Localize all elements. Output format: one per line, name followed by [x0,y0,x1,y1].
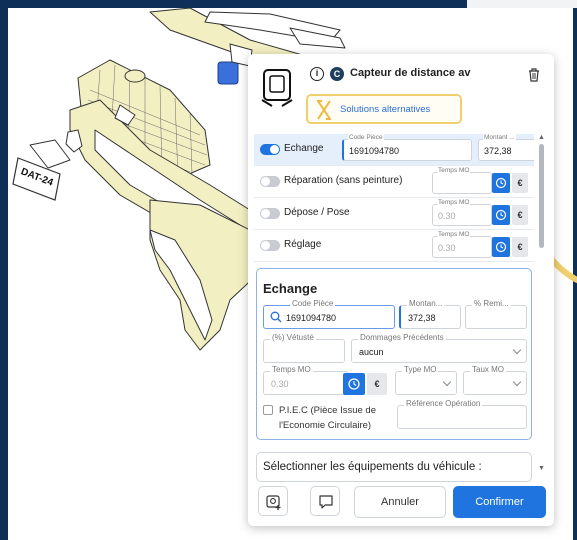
clock-button[interactable] [492,173,510,193]
trash-icon[interactable] [528,68,540,82]
comment-button[interactable] [310,486,340,516]
part-distance-sensor-selected[interactable] [217,61,239,85]
option-row-reglage[interactable]: Réglage Temps MO 0.30 € [254,230,534,262]
detail-amount-value: 372,38 [408,313,436,323]
detail-discount-label: % Remi... [472,299,511,308]
code-piece-label: Code Pièce [348,134,384,141]
amount-label: Montant ... [483,134,516,141]
part-plate-holder[interactable] [29,139,71,169]
code-piece-value: 1691094780 [349,146,400,156]
option-label: Echange [284,143,324,154]
detail-dommages-label: Dommages Précédents [358,333,446,342]
part-thumbnail [261,69,293,107]
chevron-down-icon [512,377,522,387]
detail-time-label: Temps MO [270,365,313,374]
chevron-down-icon [442,377,452,387]
cancel-button[interactable]: Annuler [354,486,446,518]
detail-time-value: 0.30 [271,379,289,389]
euro-button[interactable]: € [512,237,528,257]
detail-taux-mo-label: Taux MO [470,365,507,374]
part-title: Capteur de distance av [350,67,471,79]
detail-euro-button[interactable]: € [367,373,387,395]
toggle-echange[interactable] [260,144,280,155]
detail-discount-field[interactable]: % Remi... [465,299,527,329]
chevron-down-icon [512,345,522,355]
toggle-depose-pose[interactable] [260,208,280,219]
option-row-echange[interactable]: Echange Code Pièce 1691094780 Montant ..… [254,134,534,166]
equipment-selector[interactable]: Sélectionner les équipements du véhicule… [256,452,532,482]
option-label: Dépose / Pose [284,207,350,218]
time-value: 0.30 [438,211,456,221]
equipment-label: Sélectionner les équipements du véhicule… [263,461,482,473]
add-photo-icon [266,495,281,510]
detail-dommages-value: aucun [359,347,384,357]
scroll-thumb[interactable] [539,144,544,248]
detail-clock-button[interactable] [343,373,365,395]
detail-code-piece-label: Code Pièce [290,299,336,308]
search-icon [270,311,282,323]
time-field[interactable]: Temps MO 0.30 [432,231,492,258]
detail-code-piece-field[interactable]: Code Pièce 1691094780 [263,299,395,329]
detail-dommages-select[interactable]: Dommages Précédents aucun [351,333,527,363]
clock-button[interactable] [492,205,510,225]
piec-checkbox[interactable] [263,405,273,415]
euro-button[interactable]: € [512,205,528,225]
clock-button[interactable] [492,237,510,257]
time-label: Temps MO [437,231,471,238]
alternatives-label: Solutions alternatives [340,104,431,115]
detail-reference-label: Référence Opération [404,399,483,408]
alternatives-button[interactable]: Solutions alternatives [306,94,462,124]
clock-icon [495,177,507,189]
constructor-icon[interactable]: C [330,67,344,81]
operation-options: Echange Code Pièce 1691094780 Montant ..… [254,134,534,262]
alternatives-logo-icon [317,100,331,120]
detail-type-mo-select[interactable]: Type MO [395,365,457,395]
detail-amount-label: Montan... [407,299,445,308]
detail-taux-mo-select[interactable]: Taux MO [463,365,527,395]
option-label: Réglage [284,239,322,250]
detail-vetuste-field[interactable]: (%) Vétusté [263,333,345,363]
option-row-depose-pose[interactable]: Dépose / Pose Temps MO 0.30 € [254,198,534,230]
repair-panel: i C Capteur de distance av Solutions alt… [248,54,554,526]
euro-button[interactable]: € [512,173,528,193]
scroll-up-icon[interactable]: ▲ [538,134,545,141]
toggle-reglage[interactable] [260,240,280,251]
amount-value: 372,38 [484,146,512,156]
clock-icon [495,209,507,221]
toggle-reparation[interactable] [260,176,280,187]
amount-field[interactable]: Montant ... 372,38 [478,134,534,161]
add-photo-button[interactable] [258,486,288,516]
detail-amount-field[interactable]: Montan... 372,38 [399,299,461,329]
detail-title: Echange [263,281,318,296]
piec-label: P.I.E.C (Pièce Issue de l'Economie Circu… [279,405,376,431]
detail-time-field[interactable]: Temps MO 0.30 [263,365,349,395]
time-label: Temps MO [437,199,471,206]
clock-icon [495,241,507,253]
panel-scrollbar[interactable]: ▲ ▼ [538,134,546,526]
time-field[interactable]: Temps MO 0.30 [432,199,492,226]
detail-reference-field[interactable]: Référence Opération [397,399,527,429]
scroll-down-icon[interactable]: ▼ [538,465,545,472]
option-label: Réparation (sans peinture) [284,175,403,186]
option-row-reparation[interactable]: Réparation (sans peinture) Temps MO € [254,166,534,198]
detail-vetuste-label: (%) Vétusté [270,333,316,342]
confirm-button[interactable]: Confirmer [453,486,546,518]
comment-icon [319,495,333,509]
detail-type-mo-label: Type MO [402,365,439,374]
part-emblem-small[interactable] [124,69,146,83]
panel-header: i C Capteur de distance av Solutions alt… [248,54,554,134]
panel-footer: Annuler Confirmer [248,482,554,526]
code-piece-field[interactable]: Code Pièce 1691094780 [342,134,472,161]
time-field[interactable]: Temps MO [432,167,492,194]
clock-icon [348,378,360,390]
info-icon[interactable]: i [310,67,324,81]
echange-detail-card: Echange Code Pièce 1691094780 Montan... … [256,268,532,440]
time-label: Temps MO [437,167,471,174]
time-value: 0.30 [438,243,456,253]
detail-code-piece-value: 1691094780 [286,313,337,323]
